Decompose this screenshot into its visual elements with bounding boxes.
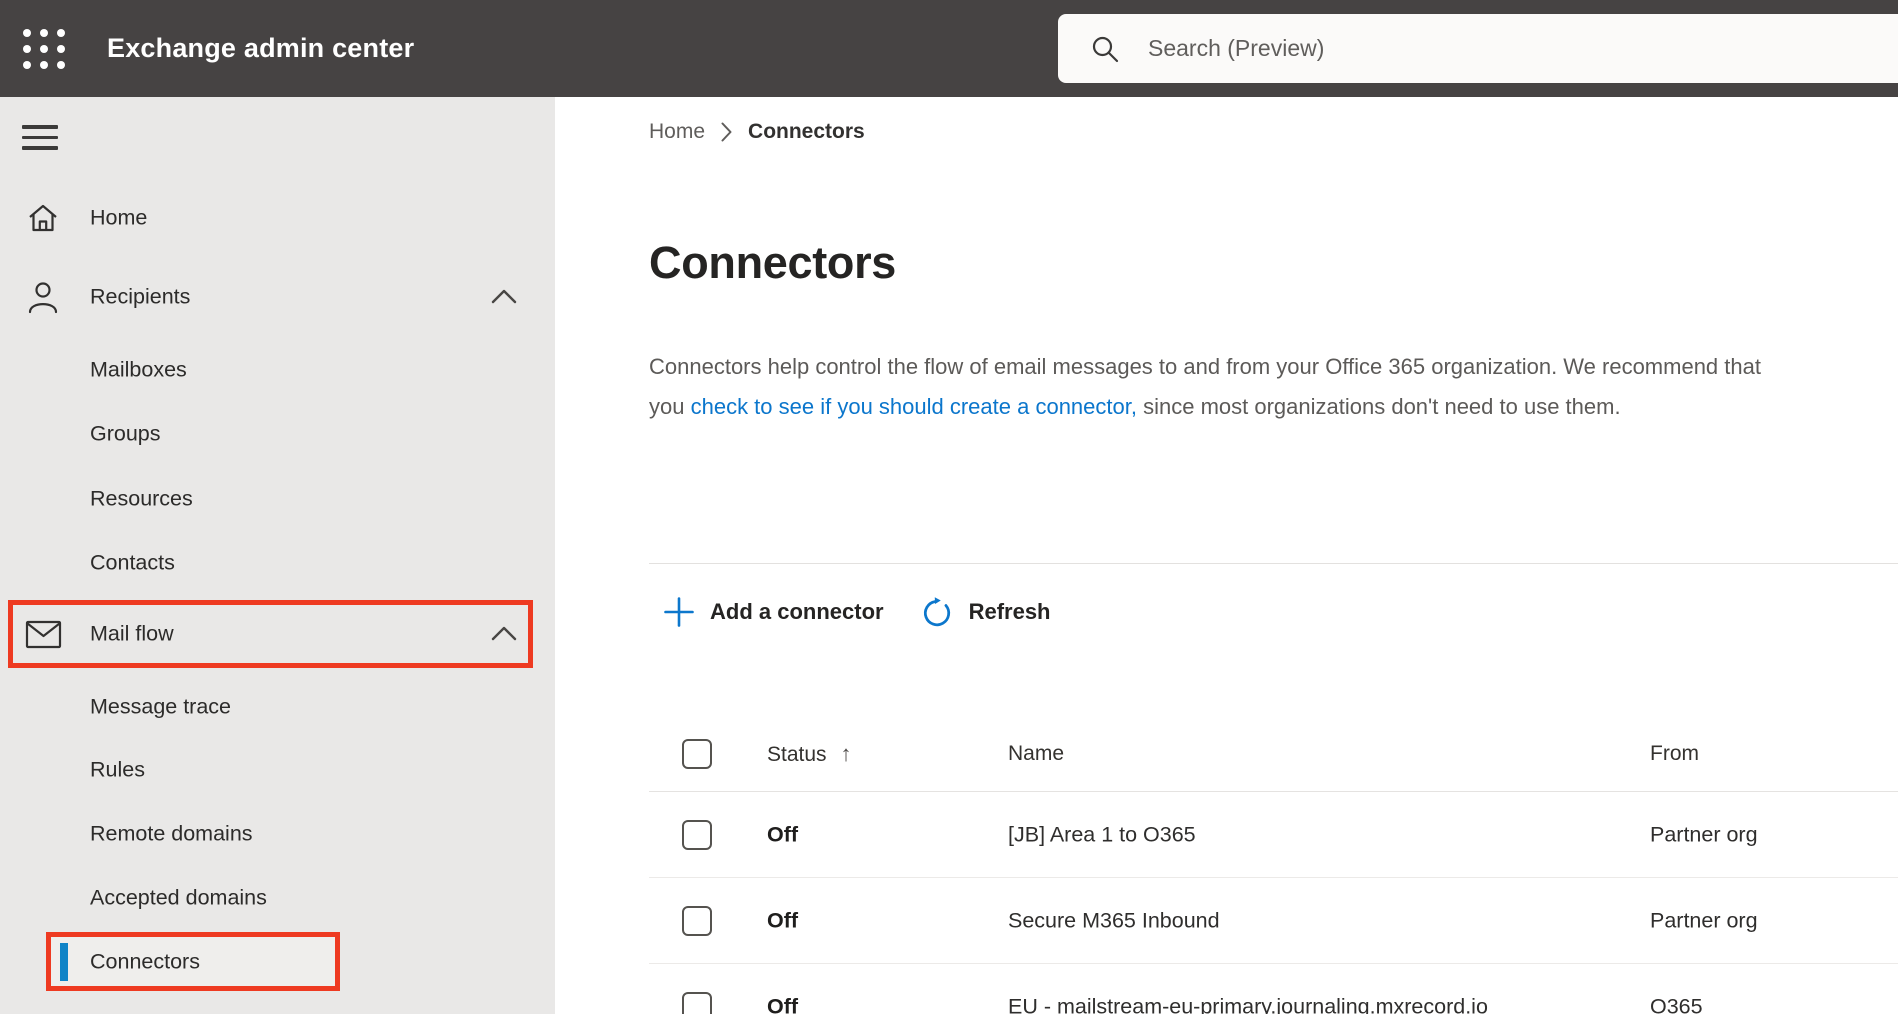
breadcrumb-home-link[interactable]: Home <box>649 120 705 144</box>
cell-name[interactable]: EU - mailstream-eu-primary.journaling.mx… <box>1008 994 1488 1014</box>
home-icon <box>24 199 62 237</box>
sidebar-item-message-trace[interactable]: Message trace <box>0 679 555 735</box>
table-row[interactable]: Off [JB] Area 1 to O365 Partner org <box>649 792 1898 878</box>
table-header-row: Status ↑ Name From <box>649 717 1898 792</box>
plus-icon <box>664 597 694 627</box>
select-all-checkbox[interactable] <box>682 739 712 769</box>
row-checkbox[interactable] <box>682 991 712 1014</box>
sidebar-item-recipients[interactable]: Recipients <box>0 269 555 325</box>
sidebar-item-home[interactable]: Home <box>0 190 555 246</box>
breadcrumb: Home Connectors <box>649 116 865 148</box>
mail-icon <box>24 615 62 653</box>
chevron-up-icon <box>490 625 518 643</box>
cell-name[interactable]: [JB] Area 1 to O365 <box>1008 822 1196 847</box>
row-checkbox[interactable] <box>682 905 712 936</box>
cell-status: Off <box>767 994 799 1014</box>
sidebar-item-connectors[interactable]: Connectors <box>0 934 555 990</box>
column-header-from[interactable]: From <box>1650 742 1699 766</box>
nav-collapse-button[interactable] <box>22 125 62 155</box>
add-connector-button[interactable]: Add a connector <box>663 596 884 628</box>
cell-name[interactable]: Secure M365 Inbound <box>1008 908 1220 933</box>
hamburger-icon <box>22 125 62 150</box>
sidebar-item-contacts[interactable]: Contacts <box>0 535 555 591</box>
cell-from: Partner org <box>1650 908 1758 932</box>
sidebar-item-mail-flow[interactable]: Mail flow <box>0 606 555 662</box>
cell-status: Off <box>767 822 799 846</box>
refresh-label: Refresh <box>968 599 1051 624</box>
sidebar: Home Recipients Mailboxes Groups Resourc… <box>0 97 555 1014</box>
search-input[interactable] <box>1146 34 1746 63</box>
cell-from: O365 <box>1650 994 1703 1014</box>
sidebar-item-accepted-domains[interactable]: Accepted domains <box>0 870 555 926</box>
search-icon <box>1092 36 1119 62</box>
toolbar-divider <box>649 563 1898 564</box>
table-row[interactable]: Off Secure M365 Inbound Partner org <box>649 878 1898 964</box>
column-header-name[interactable]: Name <box>1008 742 1064 766</box>
breadcrumb-current: Connectors <box>748 120 865 143</box>
cell-from: Partner org <box>1650 822 1758 846</box>
description-text-after: since most organizations don't need to u… <box>1136 394 1621 419</box>
chevron-up-icon <box>490 288 518 306</box>
person-icon <box>24 278 62 316</box>
sidebar-item-mailboxes[interactable]: Mailboxes <box>0 342 555 398</box>
refresh-icon <box>923 597 950 627</box>
search-box[interactable] <box>1058 14 1898 83</box>
selected-indicator <box>60 943 68 981</box>
command-bar: Add a connector Refresh <box>663 585 1051 639</box>
app-title: Exchange admin center <box>107 33 415 63</box>
add-connector-label: Add a connector <box>710 599 884 624</box>
cell-status: Off <box>767 908 799 932</box>
app-launcher-button[interactable] <box>22 28 66 70</box>
suite-header: Exchange admin center <box>0 0 1898 97</box>
connectors-table: Status ↑ Name From Off [JB] Area 1 to O36… <box>649 717 1898 1014</box>
sidebar-item-resources[interactable]: Resources <box>0 471 555 527</box>
sort-ascending-icon: ↑ <box>840 741 852 766</box>
screen: Exchange admin center Home <box>0 0 1898 1014</box>
sidebar-item-groups[interactable]: Groups <box>0 406 555 462</box>
waffle-icon <box>23 29 65 69</box>
table-row[interactable]: Off EU - mailstream-eu-primary.journalin… <box>649 964 1898 1014</box>
create-connector-check-link[interactable]: check to see if you should create a conn… <box>691 394 1137 419</box>
main-content: Home Connectors Connectors Connectors he… <box>555 97 1898 1014</box>
refresh-button[interactable]: Refresh <box>920 595 1051 629</box>
sidebar-item-rules[interactable]: Rules <box>0 742 555 798</box>
breadcrumb-chevron-icon <box>721 122 732 142</box>
sidebar-item-remote-domains[interactable]: Remote domains <box>0 806 555 862</box>
row-checkbox[interactable] <box>682 819 712 850</box>
page-title: Connectors <box>649 237 897 288</box>
column-header-status[interactable]: Status ↑ <box>767 741 852 767</box>
page-description: Connectors help control the flow of emai… <box>649 347 1799 427</box>
